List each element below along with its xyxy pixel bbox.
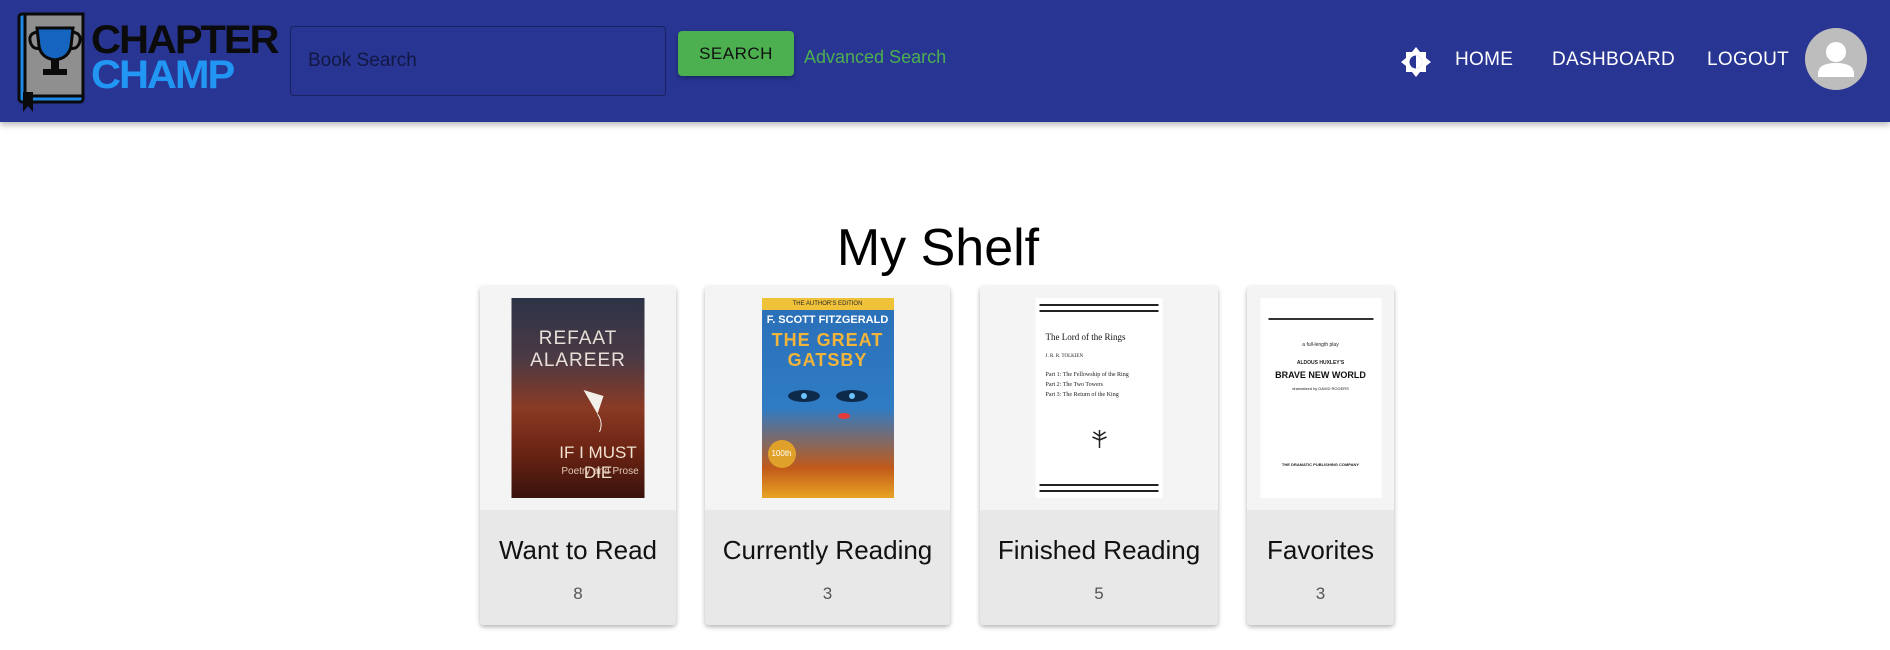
book-cover-lord-of-the-rings: The Lord of the Rings J. R. R. TOLKIEN P… (1035, 298, 1163, 498)
trophy-book-icon (17, 12, 85, 112)
chapter-champ-logo[interactable]: CHAPTER CHAMP (17, 12, 280, 112)
cover-title-2: GATSBY (787, 350, 868, 370)
book-cover-brave-new-world: a full-length play ALDOUS HUXLEY'S BRAVE… (1260, 298, 1381, 498)
shelf-count: 3 (1315, 584, 1326, 603)
nav-dashboard-link[interactable]: DASHBOARD (1552, 49, 1675, 71)
shelf-label: Currently Reading (722, 535, 933, 565)
shelf-label: Finished Reading (997, 535, 1201, 565)
shelf-card-favorites[interactable]: a full-length play ALDOUS HUXLEY'S BRAVE… (1247, 286, 1394, 625)
page-title: My Shelf (836, 219, 1040, 277)
shelf-count: 3 (822, 584, 833, 603)
book-search-input[interactable] (291, 27, 665, 95)
cover-kicker: a full-length play (1302, 342, 1339, 348)
cover-banner: THE AUTHOR'S EDITION (761, 298, 894, 310)
cover-author: F. SCOTT FITZGERALD (766, 314, 889, 326)
book-search-field[interactable] (290, 26, 666, 96)
cover-rule (1268, 318, 1373, 320)
shelf-card-finished-reading[interactable]: The Lord of the Rings J. R. R. TOLKIEN P… (980, 286, 1218, 625)
cover-part-1: Part 1: The Fellowship of the Ring (1045, 372, 1129, 378)
shelf-count: 8 (573, 584, 583, 603)
brand-line-2: CHAMP (91, 53, 235, 97)
cover-title: The Lord of the Rings (1045, 332, 1126, 342)
shelf-card-want-to-read[interactable]: REFAAT ALAREER IF I MUST DIE Poetry and … (480, 286, 676, 625)
cover-title: IF I MUST DIE (559, 443, 637, 482)
rune-border-bottom (1039, 484, 1159, 492)
rune-border-top (1039, 304, 1159, 312)
brightness-toggle-icon[interactable] (1400, 46, 1432, 78)
cover-author: REFAAT ALAREER (530, 328, 626, 371)
user-avatar[interactable] (1805, 28, 1867, 90)
cover-badge: 100th (767, 440, 796, 468)
shelf-card-currently-reading[interactable]: THE AUTHOR'S EDITION F. SCOTT FITZGERALD… (705, 286, 950, 625)
kite-icon (583, 390, 604, 433)
cover-author: J. R. R. TOLKIEN (1045, 354, 1084, 359)
brand-wordmark: CHAPTER CHAMP (91, 20, 280, 97)
nav-logout-link[interactable]: LOGOUT (1707, 49, 1789, 71)
cover-publisher: THE DRAMATIC PUBLISHING COMPANY (1281, 462, 1360, 467)
cover-part-3: Part 3: The Return of the King (1045, 392, 1119, 398)
shelf-count: 5 (1094, 584, 1104, 603)
search-button[interactable]: SEARCH (678, 31, 794, 76)
shelf-label: Want to Read (498, 535, 657, 565)
top-app-bar: CHAPTER CHAMP SEARCH Advanced Search HOM… (0, 0, 1890, 122)
book-cover-if-i-must-die: REFAAT ALAREER IF I MUST DIE Poetry and … (511, 298, 645, 498)
shelf-card-footer: Finished Reading 5 (980, 510, 1218, 625)
shelf-card-footer: Favorites 3 (1247, 510, 1394, 625)
cover-subtitle: Poetry and Prose (561, 466, 639, 477)
cover-title-1: THE GREAT (771, 330, 884, 350)
cover-part-2: Part 2: The Two Towers (1045, 382, 1104, 388)
cover-credit: dramatized by DAVID ROGERS (1292, 386, 1349, 391)
shelf-card-footer: Want to Read 8 (480, 510, 676, 625)
publisher-tree-icon (1092, 430, 1107, 448)
cover-author: ALDOUS HUXLEY'S (1296, 360, 1345, 366)
shelf-card-footer: Currently Reading 3 (705, 510, 950, 625)
advanced-search-link[interactable]: Advanced Search (804, 47, 946, 68)
cover-title: BRAVE NEW WORLD (1275, 370, 1366, 380)
shelf-label: Favorites (1267, 535, 1374, 565)
person-icon (1818, 42, 1854, 77)
eyes-icon (787, 390, 868, 419)
book-cover-great-gatsby: THE AUTHOR'S EDITION F. SCOTT FITZGERALD… (761, 298, 894, 498)
nav-home-link[interactable]: HOME (1455, 49, 1513, 71)
